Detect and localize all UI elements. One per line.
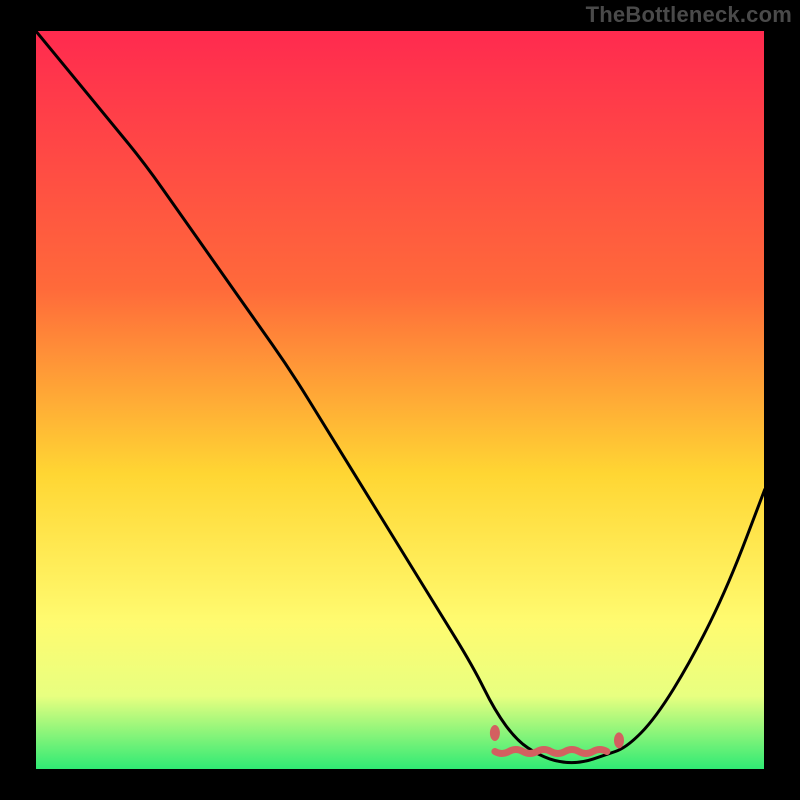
marker-dot-left	[490, 725, 500, 741]
watermark-text: TheBottleneck.com	[586, 2, 792, 28]
chart-frame: TheBottleneck.com	[0, 0, 800, 800]
marker-dot-right	[614, 732, 624, 748]
gradient-background	[35, 30, 765, 770]
marker-squiggle	[495, 750, 607, 754]
bottleneck-chart	[0, 0, 800, 800]
